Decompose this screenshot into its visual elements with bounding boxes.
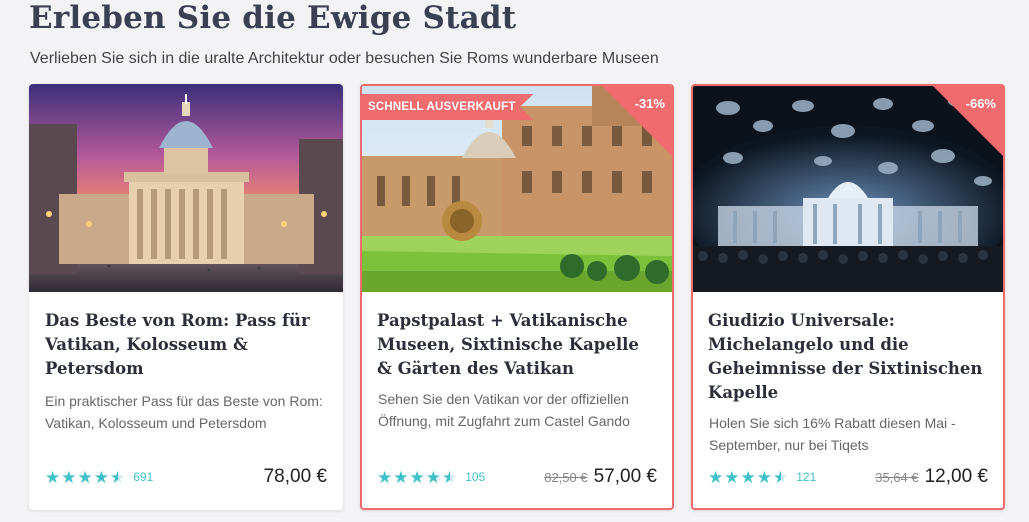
card-description: Ein praktischer Pass für das Beste von R…	[45, 393, 323, 431]
product-card-rome-pass[interactable]: Das Beste von Rom: Pass für Vatikan, Kol…	[29, 84, 343, 510]
half-star-icon: ★	[773, 467, 789, 487]
half-star-icon: ★	[110, 467, 126, 487]
price: 78,00 €	[263, 466, 327, 487]
product-card-giudizio-universale[interactable]: -66% Giudizio Universale: Michelangelo u…	[691, 84, 1005, 510]
original-price: 82,50 €	[544, 470, 588, 485]
card-description: Sehen Sie den Vatikan vor der offizielle…	[378, 391, 630, 429]
discount-label: -66%	[965, 96, 996, 111]
star-icon: ★	[77, 467, 93, 487]
card-footer: ★ ★ ★ ★ ★ 691 78,00 €	[45, 464, 327, 490]
star-icon: ★	[756, 467, 772, 487]
star-icon: ★	[708, 467, 724, 487]
star-icon: ★	[409, 467, 425, 487]
card-footer: ★ ★ ★ ★ ★ 121 35,64 € 12,00 €	[708, 464, 988, 490]
price-box: 82,50 € 57,00 €	[544, 466, 657, 488]
original-price: 35,64 €	[875, 470, 919, 485]
star-icon: ★	[377, 467, 393, 487]
star-icon: ★	[425, 467, 441, 487]
card-title[interactable]: Das Beste von Rom: Pass für Vatikan, Kol…	[45, 309, 329, 381]
sold-out-fast-badge: SCHNELL AUSVERKAUFT	[362, 94, 534, 120]
price: 57,00 €	[593, 466, 657, 487]
star-icon: ★	[45, 467, 61, 487]
product-card-papal-palace[interactable]: SCHNELL AUSVERKAUFT -31% Papstpalast + V…	[360, 84, 674, 510]
st-peters-basilica-image[interactable]	[29, 84, 343, 292]
card-description: Holen Sie sich 16% Rabatt diesen Mai - S…	[709, 415, 956, 453]
star-icon: ★	[61, 467, 77, 487]
rating-stars: ★ ★ ★ ★ ★	[377, 469, 457, 486]
section-subtitle: Verlieben Sie sich in die uralte Archite…	[30, 50, 659, 67]
price-box: 35,64 € 12,00 €	[875, 466, 988, 488]
discount-label: -31%	[634, 96, 665, 111]
review-count: 121	[796, 470, 817, 484]
price: 12,00 €	[924, 466, 988, 487]
price-box: 78,00 €	[264, 466, 327, 488]
card-title[interactable]: Papstpalast + Vatikanische Museen, Sixti…	[377, 309, 658, 381]
section-title: Erleben Sie die Ewige Stadt	[29, 0, 517, 36]
star-icon: ★	[393, 467, 409, 487]
review-count: 691	[133, 470, 154, 484]
half-star-icon: ★	[442, 467, 458, 487]
star-icon: ★	[93, 467, 109, 487]
star-icon: ★	[724, 467, 740, 487]
rating-stars: ★ ★ ★ ★ ★	[708, 469, 788, 486]
card-footer: ★ ★ ★ ★ ★ 105 82,50 € 57,00 €	[377, 464, 657, 490]
rating-stars: ★ ★ ★ ★ ★	[45, 469, 125, 486]
star-icon: ★	[740, 467, 756, 487]
card-title[interactable]: Giudizio Universale: Michelangelo und di…	[708, 309, 989, 405]
review-count: 105	[465, 470, 486, 484]
